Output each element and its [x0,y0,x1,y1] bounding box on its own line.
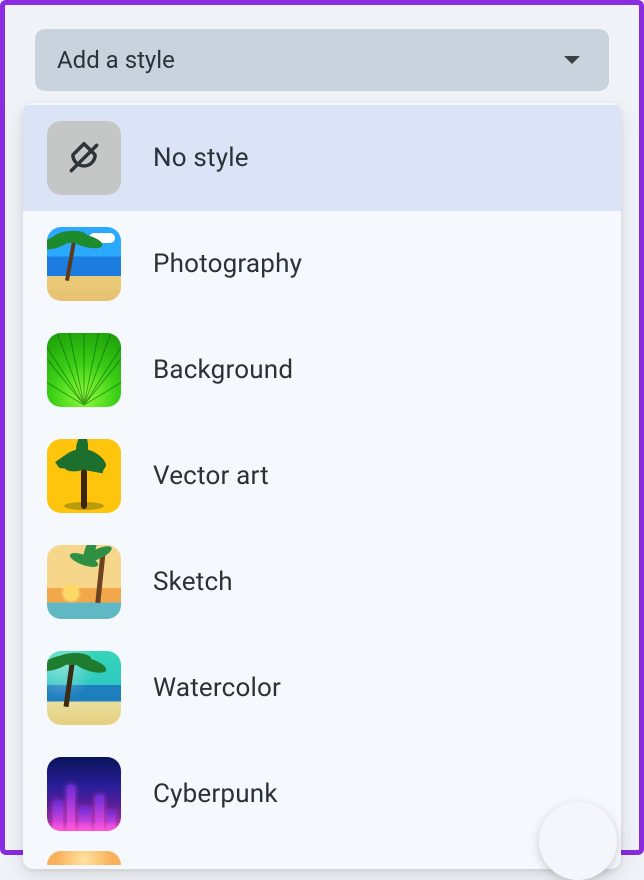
style-dropdown-panel: No style Photography Background [23,103,621,869]
style-option-watercolor[interactable]: Watercolor [23,635,621,741]
style-select-label: Add a style [57,46,175,74]
cyberpunk-thumbnail [47,757,121,831]
next-style-thumbnail [47,851,121,865]
background-thumbnail [47,333,121,407]
style-option-photography[interactable]: Photography [23,211,621,317]
style-option-cyberpunk[interactable]: Cyberpunk [23,741,621,847]
vector-art-thumbnail [47,439,121,513]
photography-thumbnail [47,227,121,301]
style-select-trigger[interactable]: Add a style [35,29,609,91]
style-option-label: Background [153,355,293,385]
style-option-next-peek[interactable] [23,847,621,865]
chevron-down-icon [563,51,581,70]
style-option-label: Sketch [153,567,233,597]
style-option-label: Watercolor [153,673,281,703]
style-option-label: Cyberpunk [153,779,278,809]
style-option-label: Vector art [153,461,269,491]
sketch-thumbnail [47,545,121,619]
style-option-vector-art[interactable]: Vector art [23,423,621,529]
style-option-background[interactable]: Background [23,317,621,423]
style-option-label: No style [153,143,249,173]
style-option-no-style[interactable]: No style [23,105,621,211]
watercolor-thumbnail [47,651,121,725]
no-style-icon [47,121,121,195]
floating-action-button[interactable] [539,802,617,880]
style-option-sketch[interactable]: Sketch [23,529,621,635]
style-option-label: Photography [153,249,302,279]
